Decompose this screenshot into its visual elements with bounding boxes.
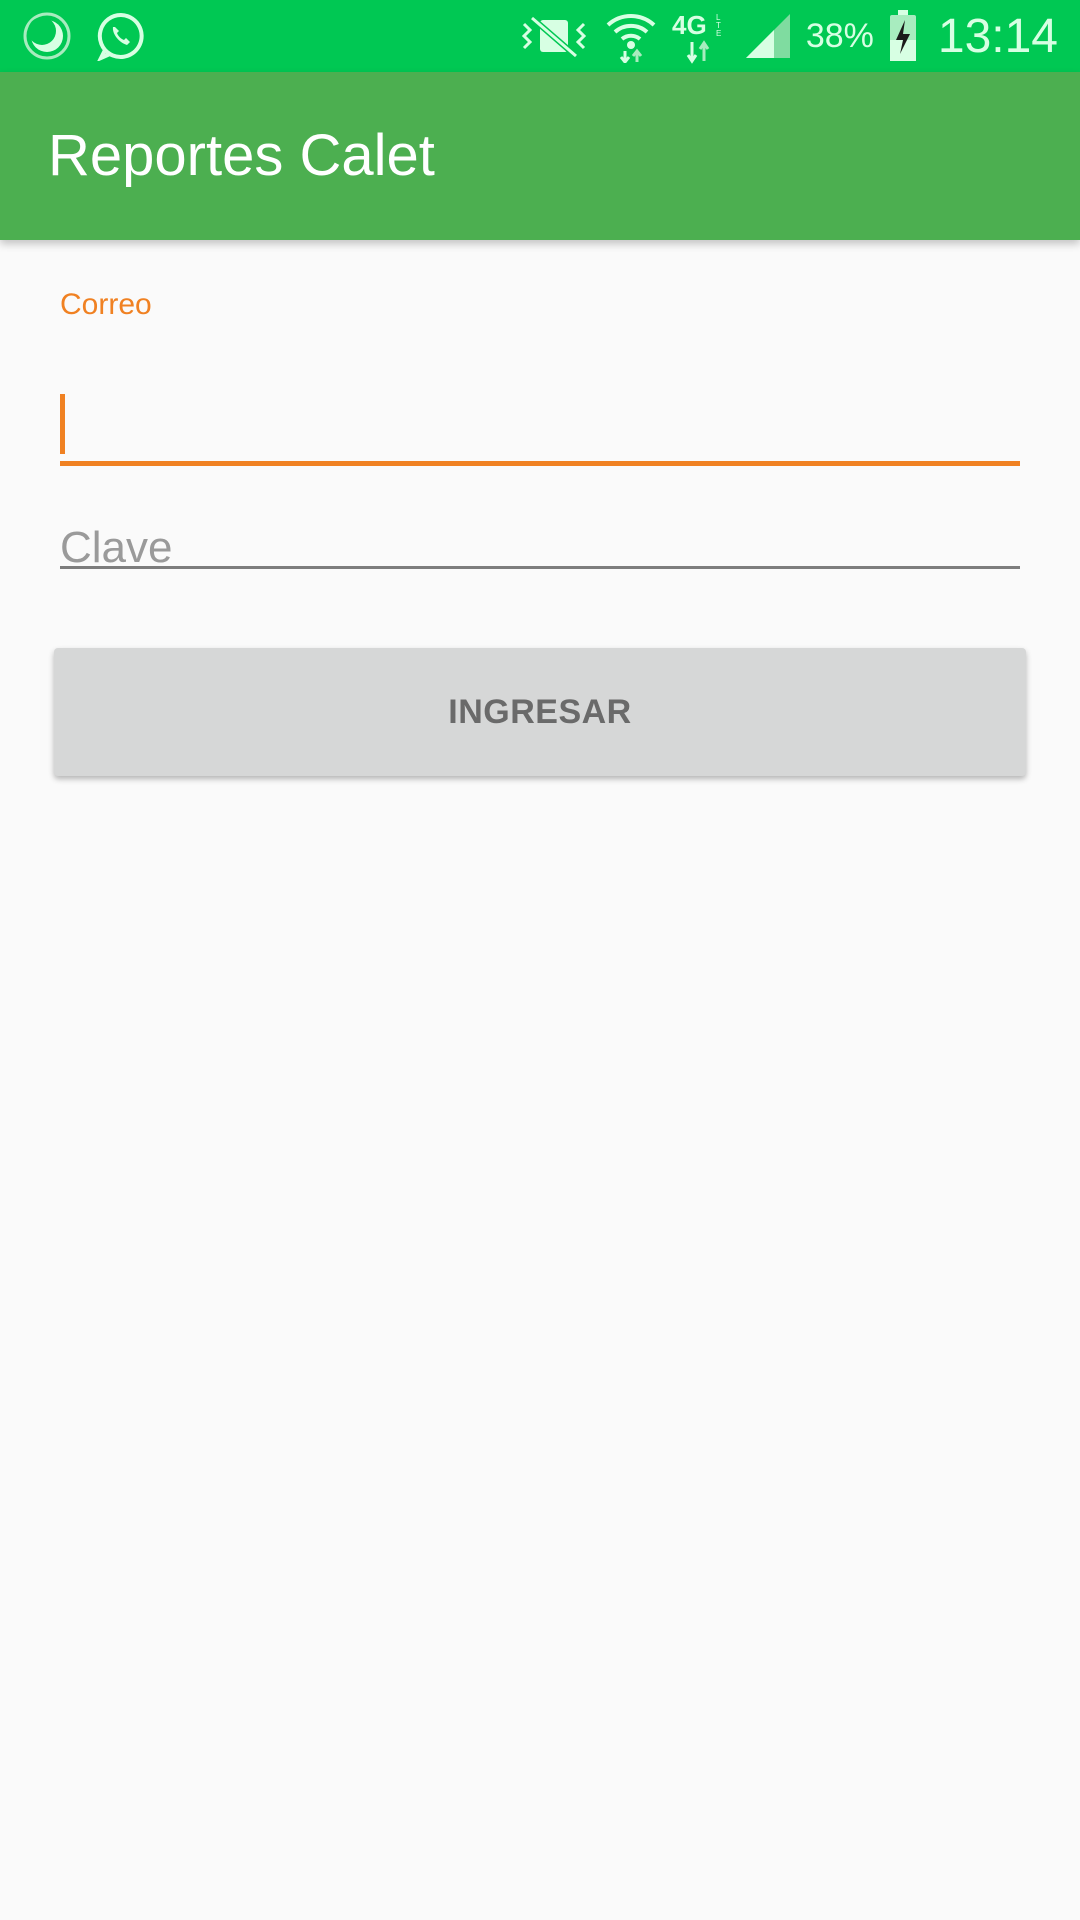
cell-signal-icon <box>744 12 792 60</box>
status-bar: 4G L T E 38% 13:14 <box>0 0 1080 72</box>
wifi-icon <box>604 9 658 63</box>
status-clock: 13:14 <box>937 9 1058 63</box>
status-right-icons: 4G L T E 38% 13:14 <box>518 8 1058 64</box>
whatsapp-icon <box>96 11 146 61</box>
vibrate-mute-icon <box>518 12 590 60</box>
email-underline <box>60 461 1020 466</box>
battery-charging-icon <box>888 10 918 62</box>
status-left-icons <box>22 10 146 62</box>
app-title: Reportes Calet <box>48 123 435 188</box>
ingresar-button[interactable]: INGRESAR <box>54 648 1026 776</box>
email-label: Correo <box>60 288 152 321</box>
night-mode-icon <box>22 11 72 61</box>
password-field <box>60 496 1020 611</box>
email-field: Correo <box>60 288 1020 466</box>
svg-text:E: E <box>716 29 721 38</box>
email-input[interactable] <box>60 388 1020 448</box>
svg-text:4G: 4G <box>672 10 707 40</box>
4g-lte-icon: 4G L T E <box>672 8 730 64</box>
app-bar: Reportes Calet <box>0 72 1080 240</box>
password-input[interactable] <box>60 496 1020 600</box>
password-underline <box>60 566 1020 569</box>
battery-percent: 38% <box>805 16 874 55</box>
login-screen: 4G L T E 38% 13:14 Reportes Calet Correo… <box>0 0 1080 1920</box>
